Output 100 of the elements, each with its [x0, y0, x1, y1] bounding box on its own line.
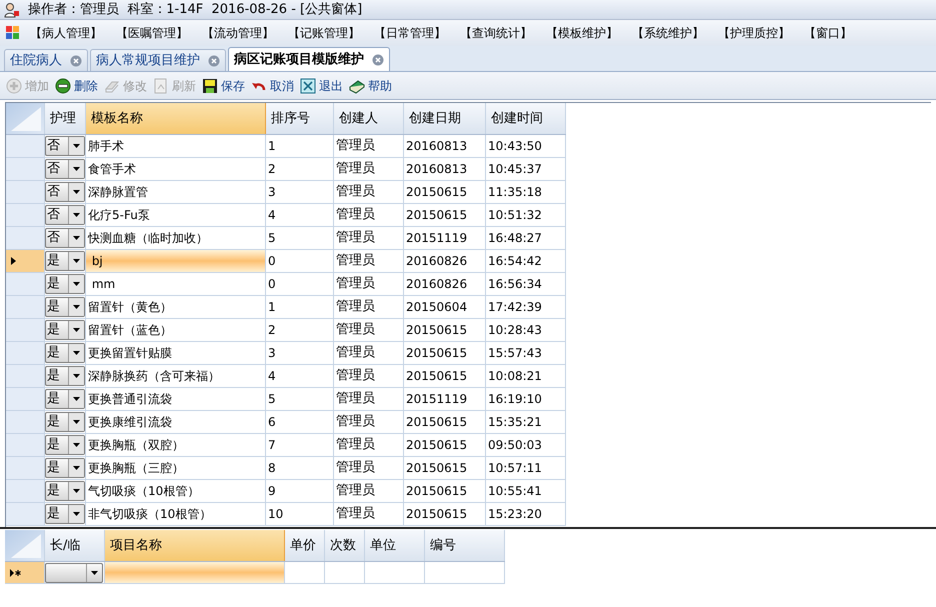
- dropdown[interactable]: 是: [45, 458, 85, 478]
- table-cell: 更换普通引流袋: [86, 388, 266, 410]
- dropdown[interactable]: 是: [45, 251, 85, 271]
- column-header[interactable]: 创建日期: [404, 103, 486, 134]
- menu-item[interactable]: 【记账管理】: [288, 24, 360, 42]
- toolbar-button[interactable]: 取消: [251, 76, 294, 94]
- dropdown[interactable]: 是: [45, 435, 85, 455]
- table-cell: 10:51:32: [486, 204, 566, 226]
- caret-icon: [73, 420, 80, 424]
- menu-item[interactable]: 【窗口】: [804, 24, 852, 42]
- menu-item[interactable]: 【日常管理】: [374, 24, 446, 42]
- table-cell: 管理员: [334, 434, 404, 456]
- table-cell: 10:45:37: [486, 158, 566, 180]
- menu-item[interactable]: 【病人管理】: [30, 24, 102, 42]
- dropdown[interactable]: 是: [45, 504, 85, 524]
- table-cell: 管理员: [334, 250, 404, 272]
- table-cell: 肺手术: [86, 135, 266, 157]
- table-cell: 17:42:39: [486, 296, 566, 318]
- row-header[interactable]: [5, 562, 45, 583]
- close-box-icon: [300, 78, 316, 94]
- table-cell: 管理员: [334, 457, 404, 479]
- close-icon[interactable]: [372, 54, 384, 66]
- tab[interactable]: 病区记账项目模版维护: [228, 47, 390, 71]
- table-cell: 0: [266, 273, 334, 295]
- table-cell: 20150615: [404, 342, 486, 364]
- toolbar-button[interactable]: 保存: [202, 76, 245, 94]
- caret-icon: [73, 443, 80, 447]
- table-cell: 留置针（蓝色）: [86, 319, 266, 341]
- dropdown[interactable]: 是: [45, 297, 85, 317]
- table-cell: 管理员: [334, 204, 404, 226]
- table-cell: 深静脉换药（含可来福）: [86, 365, 266, 387]
- caret-icon: [73, 512, 80, 516]
- caret-icon: [73, 144, 80, 148]
- column-header[interactable]: 创建人: [334, 103, 404, 134]
- dropdown[interactable]: 是: [45, 389, 85, 409]
- document-icon: [153, 78, 169, 94]
- dropdown[interactable]: 是: [45, 274, 85, 294]
- close-icon[interactable]: [70, 54, 82, 66]
- tab[interactable]: 住院病人: [4, 49, 88, 71]
- tab[interactable]: 病人常规项目维护: [90, 49, 226, 71]
- caret-icon: [73, 236, 80, 240]
- menu-item[interactable]: 【流动管理】: [202, 24, 274, 42]
- column-header[interactable]: 单价: [285, 530, 325, 561]
- dropdown[interactable]: 是: [45, 343, 85, 363]
- dropdown[interactable]: 否: [45, 182, 85, 202]
- toolbar-button[interactable]: 删除: [55, 76, 98, 94]
- column-header[interactable]: 模板名称: [86, 103, 266, 134]
- column-header[interactable]: 单位: [365, 530, 425, 561]
- table-cell: 20150615: [404, 457, 486, 479]
- dropdown[interactable]: 是: [45, 481, 85, 501]
- column-header[interactable]: 创建时间: [486, 103, 566, 134]
- table-cell: 8: [266, 457, 334, 479]
- table-cell: 管理员: [334, 319, 404, 341]
- column-header[interactable]: 次数: [325, 530, 365, 561]
- table-cell: 更换胸瓶（三腔）: [86, 457, 266, 479]
- table-cell: 20160826: [404, 250, 486, 272]
- window-title: 操作者：管理员 科室：1-14F 2016-08-26 - [公共窗体]: [28, 0, 362, 19]
- menu-item[interactable]: 【系统维护】: [632, 24, 704, 42]
- table-cell: 2: [266, 158, 334, 180]
- close-icon[interactable]: [208, 54, 220, 66]
- caret-icon: [73, 489, 80, 493]
- column-header[interactable]: 排序号: [266, 103, 334, 134]
- dropdown[interactable]: [45, 562, 103, 582]
- dropdown[interactable]: 是: [45, 412, 85, 432]
- toolbar-button[interactable]: 帮助: [349, 76, 392, 94]
- dropdown[interactable]: 否: [45, 159, 85, 179]
- menu-item[interactable]: 【护理质控】: [718, 24, 790, 42]
- row-header[interactable]: [6, 250, 45, 272]
- column-header[interactable]: 项目名称: [105, 530, 285, 561]
- table-cell: 20150615: [404, 480, 486, 502]
- table-cell: 20160813: [404, 135, 486, 157]
- table-cell: 20151119: [404, 227, 486, 249]
- column-header[interactable]: 护理: [45, 103, 86, 134]
- table-cell: 1: [266, 296, 334, 318]
- menu-item[interactable]: 【查询统计】: [460, 24, 532, 42]
- table-cell: 4: [266, 365, 334, 387]
- corner-triangle-icon: [11, 534, 41, 558]
- dropdown[interactable]: 是: [45, 320, 85, 340]
- table-cell: 20150615: [404, 181, 486, 203]
- caret-icon: [73, 259, 80, 263]
- column-header[interactable]: 长/临: [45, 530, 105, 561]
- dropdown[interactable]: 是: [45, 366, 85, 386]
- app-menu-icon[interactable]: [6, 26, 20, 40]
- table-cell: 09:50:03: [486, 434, 566, 456]
- dropdown[interactable]: 否: [45, 205, 85, 225]
- caret-icon: [73, 328, 80, 332]
- column-header[interactable]: 编号: [425, 530, 505, 561]
- table-cell: 食管手术: [86, 158, 266, 180]
- caret-icon: [73, 213, 80, 217]
- table-cell: 管理员: [334, 411, 404, 433]
- dropdown[interactable]: 否: [45, 136, 85, 156]
- dropdown[interactable]: 否: [45, 228, 85, 248]
- table-cell: 管理员: [334, 480, 404, 502]
- toolbar-button[interactable]: 退出: [300, 76, 343, 94]
- table-cell: 16:54:42: [486, 250, 566, 272]
- table-cell: 10: [266, 503, 334, 525]
- menu-item[interactable]: 【模板维护】: [546, 24, 618, 42]
- table-cell: 管理员: [334, 388, 404, 410]
- menu-item[interactable]: 【医嘱管理】: [116, 24, 188, 42]
- table-cell: 气切吸痰（10根管）: [86, 480, 266, 502]
